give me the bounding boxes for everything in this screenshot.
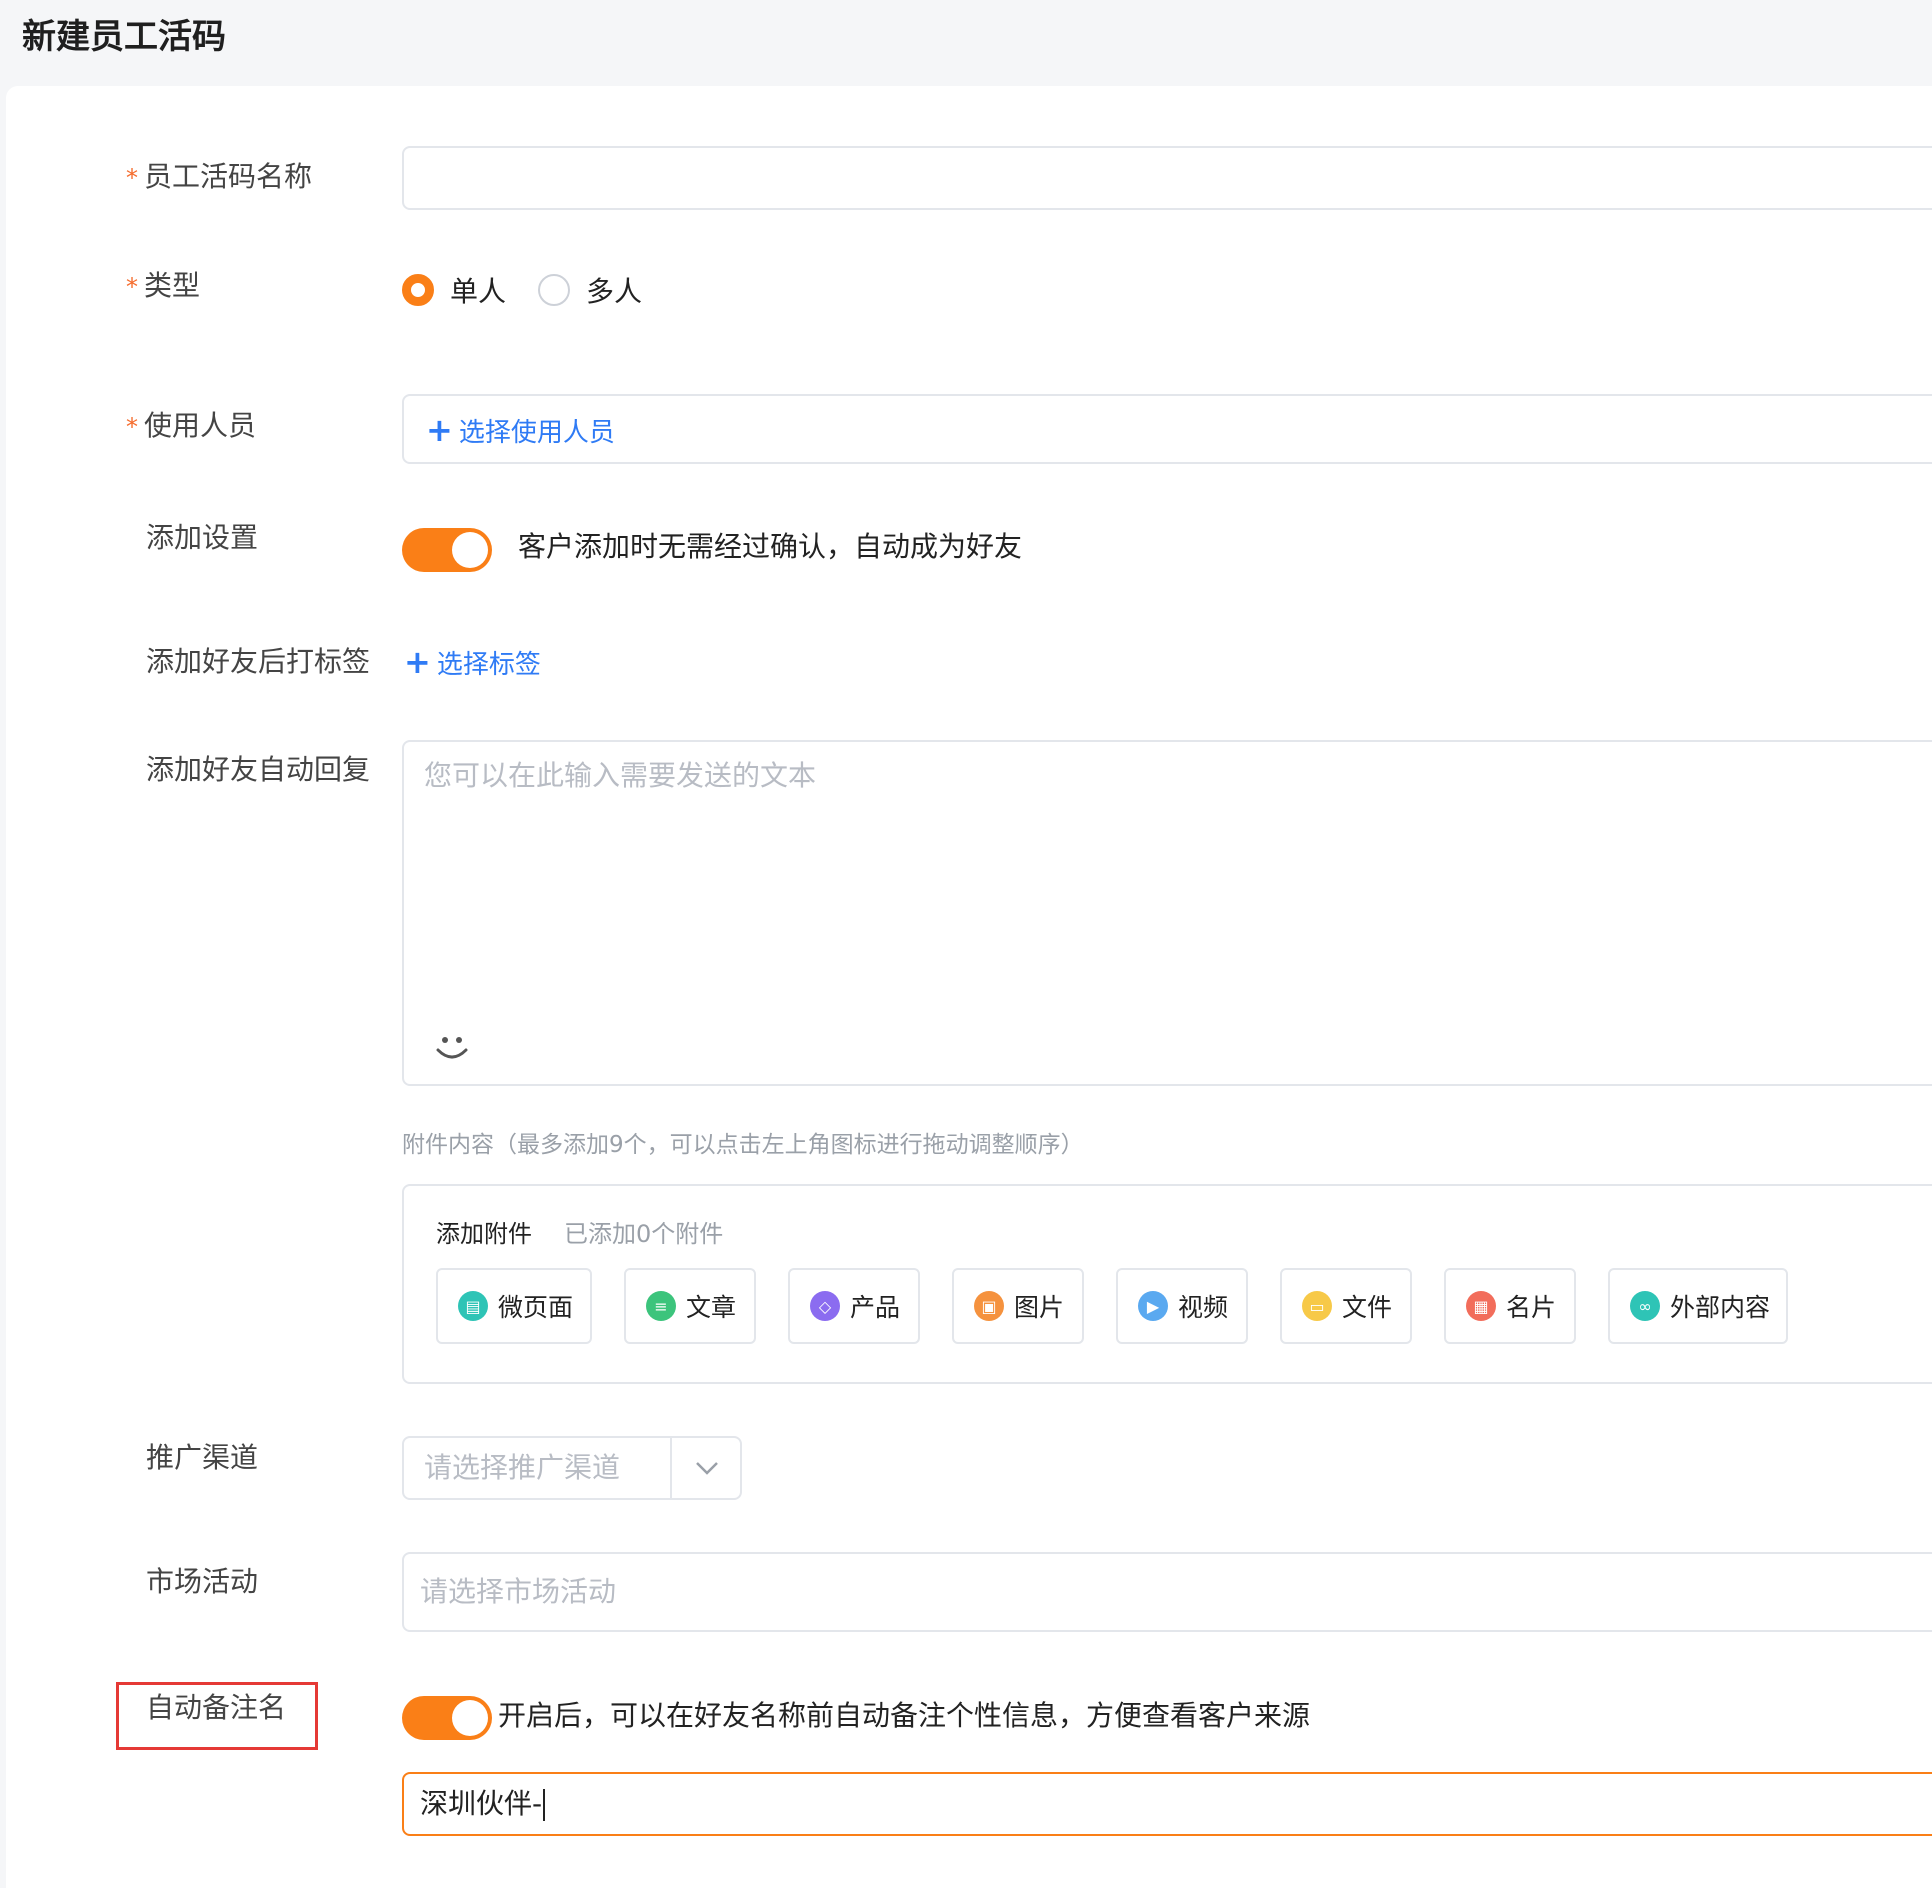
remark-prefix-input[interactable]: 深圳伙伴- [402,1772,1932,1836]
attachment-hint: 附件内容（最多添加9个，可以点击左上角图标进行拖动调整顺序） [402,1132,1084,1158]
required-mark: * [126,273,138,301]
attachment-count: 已添加0个附件 [564,1220,724,1248]
campaign-placeholder: 请选择市场活动 [420,1575,617,1608]
attach-video-button[interactable]: ▶ 视频 [1116,1268,1248,1344]
chevron-down-icon [696,1462,718,1475]
type-radio-single[interactable]: 单人 [402,270,506,310]
select-tags-link[interactable]: + 选择标签 [404,644,541,683]
channel-label: 推广渠道 [146,1441,259,1474]
required-mark: * [126,164,138,192]
users-box[interactable]: + 选择使用人员 [402,394,1932,464]
name-label: * 员工活码名称 [126,160,313,193]
attach-file-button[interactable]: ▭ 文件 [1280,1268,1412,1344]
link-icon: ∞ [1630,1291,1660,1321]
article-icon: ≡ [646,1291,676,1321]
remark-prefix-value: 深圳伙伴- [420,1784,546,1824]
emoji-icon[interactable] [434,1032,470,1064]
auto-reply-placeholder: 您可以在此输入需要发送的文本 [424,759,817,792]
switch-knob [452,532,488,568]
attach-product-button[interactable]: ◇ 产品 [788,1268,920,1344]
channel-select[interactable]: 请选择推广渠道 [402,1436,742,1500]
type-label: * 类型 [126,269,201,302]
users-label: * 使用人员 [126,409,257,442]
attach-card-button[interactable]: ▦ 名片 [1444,1268,1576,1344]
auto-reply-textarea[interactable]: 您可以在此输入需要发送的文本 [402,740,1932,1086]
auto-reply-label: 添加好友自动回复 [146,753,371,786]
campaign-label: 市场活动 [146,1565,259,1598]
plus-icon: + [404,643,431,681]
video-icon: ▶ [1138,1291,1168,1321]
attachment-title: 添加附件 [436,1220,532,1248]
plus-icon: + [426,411,453,449]
tags-label: 添加好友后打标签 [146,645,371,678]
select-users-link[interactable]: + 选择使用人员 [426,412,615,451]
image-icon: ▣ [974,1291,1004,1321]
attach-external-content-button[interactable]: ∞ 外部内容 [1608,1268,1788,1344]
radio-dot [402,274,434,306]
add-setting-label: 添加设置 [146,521,259,554]
campaign-select[interactable]: 请选择市场活动 [402,1552,1932,1632]
product-icon: ◇ [810,1291,840,1321]
switch-knob [452,1700,488,1736]
required-mark: * [126,413,138,441]
card-icon: ▦ [1466,1291,1496,1321]
file-icon: ▭ [1302,1291,1332,1321]
channel-placeholder: 请选择推广渠道 [424,1451,621,1484]
text-cursor [543,1789,546,1821]
micro-page-icon: ▤ [458,1291,488,1321]
auto-accept-switch[interactable] [402,528,492,572]
attach-image-button[interactable]: ▣ 图片 [952,1268,1084,1344]
type-radio-multiple[interactable]: 多人 [538,270,642,310]
select-divider [670,1438,672,1498]
code-name-input[interactable] [402,146,1932,210]
radio-dot [538,274,570,306]
auto-remark-switch[interactable] [402,1696,492,1740]
page-title: 新建员工活码 [22,17,226,57]
auto-accept-description: 客户添加时无需经过确认，自动成为好友 [518,530,1023,563]
attach-article-button[interactable]: ≡ 文章 [624,1268,756,1344]
auto-remark-description: 开启后，可以在好友名称前自动备注个性信息，方便查看客户来源 [498,1699,1311,1732]
auto-remark-label: 自动备注名 [146,1691,287,1724]
attach-micro-page-button[interactable]: ▤ 微页面 [436,1268,592,1344]
